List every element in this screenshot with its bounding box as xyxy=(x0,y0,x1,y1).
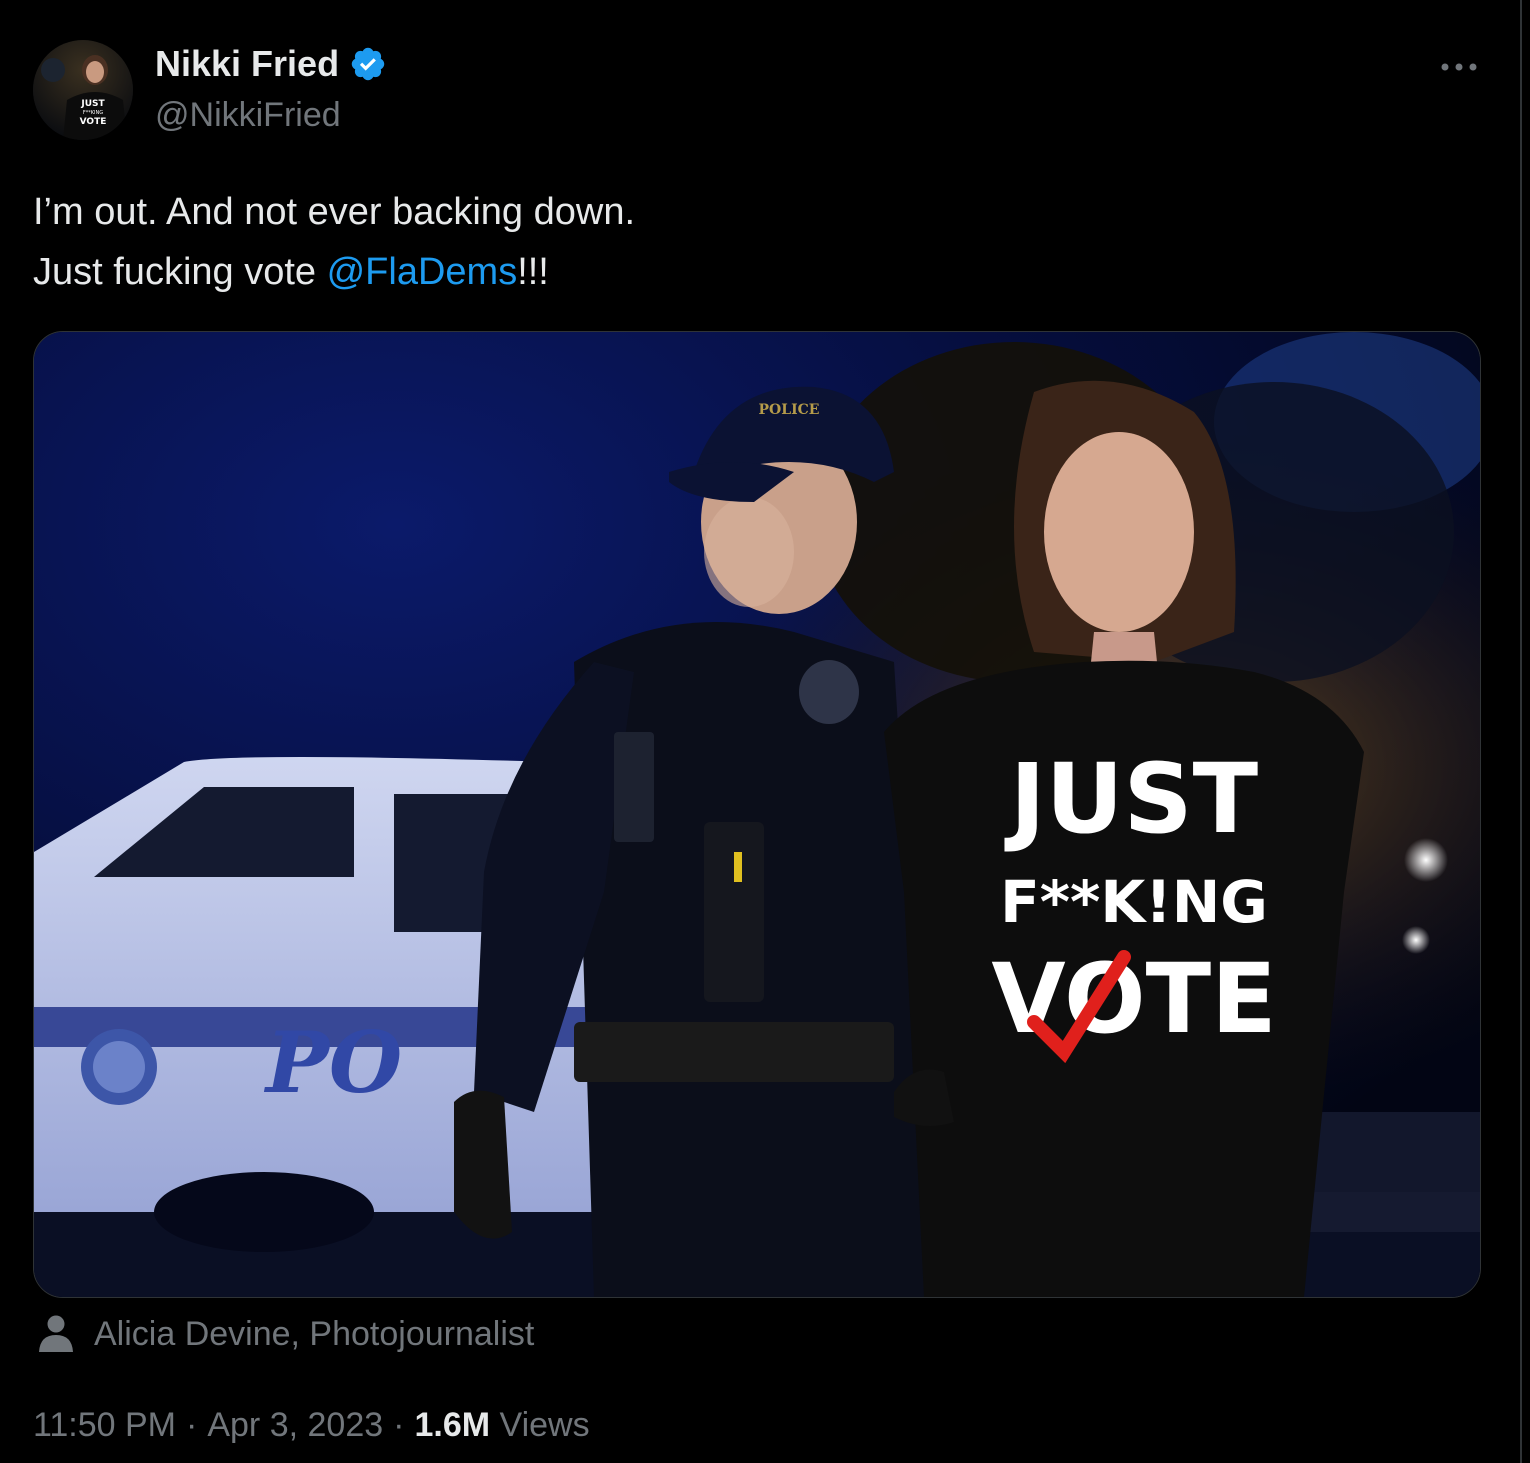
tweet-text-line-2: Just fucking vote @FlaDems!!! xyxy=(33,242,1473,302)
more-horizontal-icon xyxy=(1441,63,1477,71)
tweet-text-prefix: Just fucking vote xyxy=(33,251,327,293)
tweet-card: JUST F**KING VOTE Nikki Fried @NikkiFrie… xyxy=(0,0,1522,1463)
tweet-date[interactable]: Apr 3, 2023 xyxy=(207,1406,383,1444)
views-count: 1.6M xyxy=(414,1406,491,1444)
photo-credit[interactable]: Alicia Devine, Photojournalist xyxy=(36,1312,534,1356)
author-avatar[interactable]: JUST F**KING VOTE xyxy=(33,40,133,140)
photo-credit-label: Alicia Devine, Photojournalist xyxy=(94,1315,535,1353)
views-label: Views xyxy=(499,1406,590,1444)
avatar-image: JUST F**KING VOTE xyxy=(33,40,133,140)
photo-illustration: PO POLICE JUST F**K!NG VOTE xyxy=(34,332,1480,1297)
avatar-shirt-line2: F**KING xyxy=(83,110,103,116)
author-name[interactable]: Nikki Fried xyxy=(155,42,339,86)
avatar-shirt-line1: JUST xyxy=(80,99,105,109)
avatar-shirt-line3: VOTE xyxy=(80,117,107,127)
tweet-media-photo[interactable]: PO POLICE JUST F**K!NG VOTE xyxy=(33,331,1481,1298)
tweet-text-suffix: !!! xyxy=(517,251,549,293)
shirt-line-2: F**K!NG xyxy=(1000,868,1268,936)
meta-separator: · xyxy=(186,1406,198,1444)
author-handle[interactable]: @NikkiFried xyxy=(155,94,341,136)
shirt-line-1: JUST xyxy=(1004,743,1258,855)
tweet-time[interactable]: 11:50 PM xyxy=(33,1406,176,1444)
tweet-text: I’m out. And not ever backing down. Just… xyxy=(33,182,1473,302)
mention-link[interactable]: @FlaDems xyxy=(327,251,518,293)
more-options-button[interactable] xyxy=(1434,52,1484,82)
tweet-text-line-1: I’m out. And not ever backing down. xyxy=(33,191,636,233)
cap-lettering: POLICE xyxy=(759,402,820,418)
tweet-meta: 11:50 PM · Apr 3, 2023 · 1.6M Views xyxy=(33,1403,590,1447)
vehicle-lettering: PO xyxy=(264,1013,402,1112)
shirt-line-3: VOTE xyxy=(991,943,1276,1055)
verified-badge-icon xyxy=(349,45,387,83)
person-icon xyxy=(39,1315,73,1352)
author-name-row: Nikki Fried xyxy=(155,42,387,86)
meta-separator: · xyxy=(393,1406,405,1444)
